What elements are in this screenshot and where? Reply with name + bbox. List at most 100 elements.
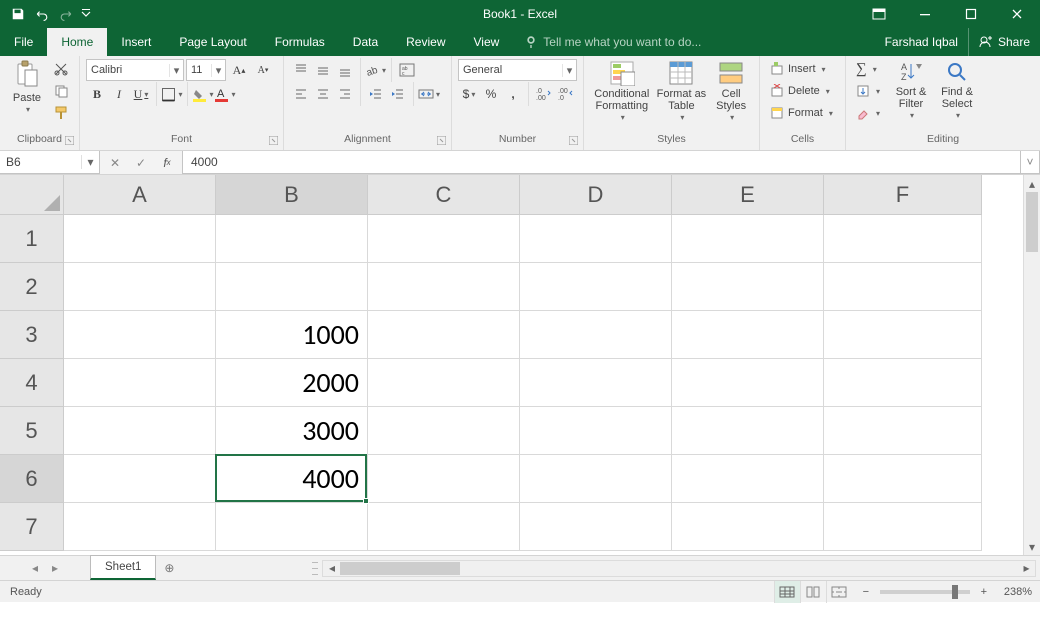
font-name-combo[interactable]: Calibri▾ xyxy=(86,59,184,81)
underline-icon[interactable]: U▾ xyxy=(130,83,152,105)
tab-page-layout[interactable]: Page Layout xyxy=(165,28,260,56)
scroll-down-icon[interactable]: ▾ xyxy=(1024,538,1040,555)
font-size-combo[interactable]: 11▾ xyxy=(186,59,226,81)
row-header[interactable]: 7 xyxy=(0,503,64,551)
cell[interactable] xyxy=(368,215,520,263)
cell[interactable] xyxy=(520,263,672,311)
increase-indent-icon[interactable] xyxy=(387,83,409,105)
alignment-launcher-icon[interactable] xyxy=(435,134,447,146)
tab-insert[interactable]: Insert xyxy=(107,28,165,56)
cell[interactable] xyxy=(368,503,520,551)
cell[interactable] xyxy=(824,503,982,551)
cell[interactable] xyxy=(824,407,982,455)
cell[interactable] xyxy=(64,455,216,503)
scroll-up-icon[interactable]: ▴ xyxy=(1024,175,1040,192)
cell[interactable] xyxy=(64,311,216,359)
find-select-button[interactable]: Find & Select▾ xyxy=(934,58,980,121)
align-top-icon[interactable] xyxy=(290,59,312,81)
paste-button[interactable]: Paste ▾ xyxy=(6,58,48,115)
cell[interactable] xyxy=(824,311,982,359)
tab-file[interactable]: File xyxy=(0,28,47,56)
cell[interactable] xyxy=(672,503,824,551)
enter-formula-icon[interactable]: ✓ xyxy=(130,152,152,174)
orientation-icon[interactable]: ab▾ xyxy=(365,59,387,81)
font-launcher-icon[interactable] xyxy=(267,134,279,146)
copy-icon[interactable] xyxy=(50,80,72,102)
cell[interactable] xyxy=(520,407,672,455)
percent-format-icon[interactable]: % xyxy=(480,83,502,105)
align-center-icon[interactable] xyxy=(312,83,334,105)
number-format-combo[interactable]: General▾ xyxy=(458,59,577,81)
tab-formulas[interactable]: Formulas xyxy=(261,28,339,56)
accounting-format-icon[interactable]: $▾ xyxy=(458,83,480,105)
cell[interactable] xyxy=(64,263,216,311)
cell[interactable] xyxy=(672,263,824,311)
cell[interactable]: 2000 xyxy=(216,359,368,407)
cell[interactable] xyxy=(216,215,368,263)
bold-icon[interactable]: B xyxy=(86,83,108,105)
cell[interactable] xyxy=(672,359,824,407)
maximize-button[interactable] xyxy=(948,0,994,28)
qat-customize-icon[interactable] xyxy=(78,2,94,26)
row-header[interactable]: 1 xyxy=(0,215,64,263)
zoom-slider[interactable] xyxy=(880,590,970,594)
cell[interactable] xyxy=(64,407,216,455)
column-header-E[interactable]: E xyxy=(672,175,824,215)
add-sheet-icon[interactable]: ⊕ xyxy=(156,556,182,580)
number-launcher-icon[interactable] xyxy=(567,134,579,146)
cell[interactable] xyxy=(368,407,520,455)
scroll-right-icon[interactable]: ▸ xyxy=(1018,561,1035,575)
cell[interactable] xyxy=(216,503,368,551)
vertical-scrollbar[interactable]: ▴ ▾ xyxy=(1023,175,1040,555)
font-color-icon[interactable]: A▾ xyxy=(214,83,236,105)
tab-split-handle[interactable] xyxy=(312,559,318,577)
formula-input[interactable]: 4000 xyxy=(182,151,1020,174)
tab-review[interactable]: Review xyxy=(392,28,459,56)
fill-icon[interactable]: ▾ xyxy=(852,80,884,102)
page-layout-view-icon[interactable] xyxy=(800,581,826,603)
borders-icon[interactable]: ▾ xyxy=(161,83,183,105)
format-painter-icon[interactable] xyxy=(50,102,72,124)
page-break-view-icon[interactable] xyxy=(826,581,852,603)
cell[interactable] xyxy=(672,455,824,503)
align-middle-icon[interactable] xyxy=(312,59,334,81)
decrease-font-icon[interactable]: A▾ xyxy=(252,59,274,81)
cell[interactable] xyxy=(520,215,672,263)
cell[interactable] xyxy=(216,263,368,311)
cell[interactable] xyxy=(368,359,520,407)
comma-format-icon[interactable]: , xyxy=(502,83,524,105)
column-header-F[interactable]: F xyxy=(824,175,982,215)
tab-data[interactable]: Data xyxy=(339,28,392,56)
save-icon[interactable] xyxy=(6,2,30,26)
cell[interactable] xyxy=(672,407,824,455)
vscroll-thumb[interactable] xyxy=(1026,192,1038,252)
align-left-icon[interactable] xyxy=(290,83,312,105)
horizontal-scrollbar[interactable]: ◂ ▸ xyxy=(322,560,1036,577)
hscroll-thumb[interactable] xyxy=(340,562,460,575)
merge-center-icon[interactable]: ▾ xyxy=(418,83,440,105)
cut-icon[interactable] xyxy=(50,58,72,80)
increase-decimal-icon[interactable]: .0.00 xyxy=(533,83,555,105)
format-cells-button[interactable]: Format▾ xyxy=(766,102,837,124)
tab-view[interactable]: View xyxy=(460,28,514,56)
cell[interactable] xyxy=(520,503,672,551)
clipboard-launcher-icon[interactable] xyxy=(63,134,75,146)
cell[interactable] xyxy=(520,311,672,359)
cell[interactable] xyxy=(824,263,982,311)
decrease-indent-icon[interactable] xyxy=(365,83,387,105)
cell[interactable]: 1000 xyxy=(216,311,368,359)
account-name[interactable]: Farshad Iqbal xyxy=(875,35,968,49)
column-header-A[interactable]: A xyxy=(64,175,216,215)
fill-color-icon[interactable]: ▾ xyxy=(192,83,214,105)
cell[interactable] xyxy=(368,311,520,359)
row-header[interactable]: 4 xyxy=(0,359,64,407)
zoom-in-icon[interactable]: + xyxy=(976,586,992,598)
worksheet-grid[interactable]: ABCDEF 12310004200053000640007 ▴ ▾ xyxy=(0,175,1040,555)
cancel-formula-icon[interactable]: ✕ xyxy=(104,152,126,174)
formula-bar-expand-icon[interactable]: ˅ xyxy=(1020,151,1040,174)
italic-icon[interactable]: I xyxy=(108,83,130,105)
cell-styles-button[interactable]: Cell Styles▾ xyxy=(709,58,753,123)
select-all-corner[interactable] xyxy=(0,175,64,215)
name-box[interactable]: B6 ▾ xyxy=(0,151,100,174)
row-header[interactable]: 2 xyxy=(0,263,64,311)
